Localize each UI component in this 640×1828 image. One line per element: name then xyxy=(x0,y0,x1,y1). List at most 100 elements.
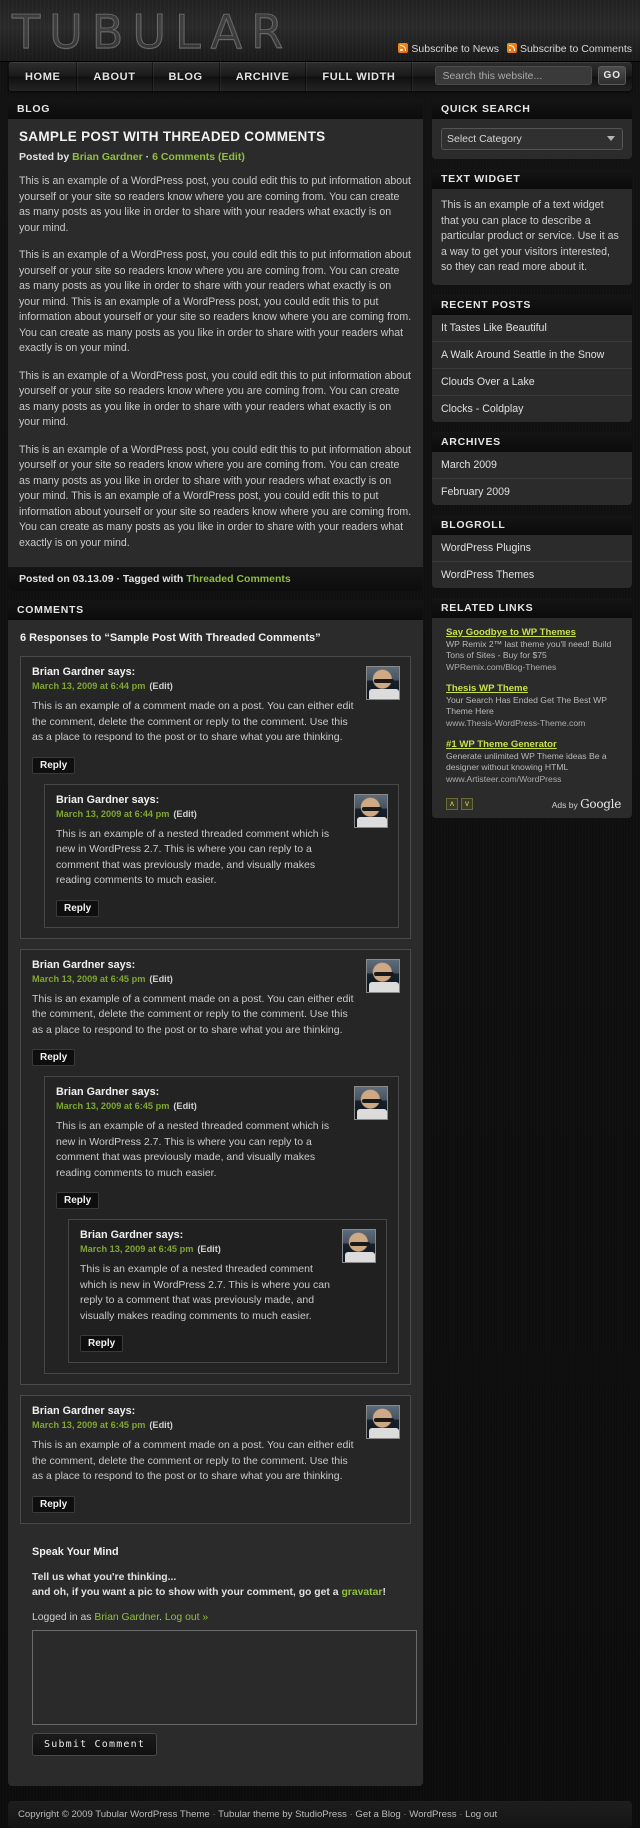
comment-author: Brian Gardner says: xyxy=(56,1086,387,1098)
post-title: SAMPLE POST WITH THREADED COMMENTS xyxy=(19,129,326,144)
footer-link-studiopress[interactable]: Tubular theme by StudioPress xyxy=(218,1809,347,1820)
says-suffix: says: xyxy=(107,958,136,971)
post-author-link[interactable]: Brian Gardner xyxy=(72,151,143,163)
list-item[interactable]: WordPress Plugins xyxy=(432,535,632,561)
reply-button[interactable]: Reply xyxy=(32,756,76,774)
page-wrap: BLOG SAMPLE POST WITH THREADED COMMENTS … xyxy=(0,91,640,1795)
comment-date-text[interactable]: March 13, 2009 at 6:45 pm xyxy=(56,1101,169,1111)
comment-author-name[interactable]: Brian Gardner xyxy=(32,959,105,971)
post-body: SAMPLE POST WITH THREADED COMMENTS Poste… xyxy=(8,119,423,567)
footer-link-get-a-blog[interactable]: Get a Blog xyxy=(355,1809,400,1820)
logout-link[interactable]: Log out » xyxy=(165,1612,208,1623)
reply-button[interactable]: Reply xyxy=(32,1495,76,1513)
comment-text: This is an example of a comment made on … xyxy=(32,992,354,1036)
search-go-button[interactable]: GO xyxy=(598,66,626,85)
comment-date-text[interactable]: March 13, 2009 at 6:44 pm xyxy=(32,681,145,691)
list-item[interactable]: WordPress Themes xyxy=(432,560,632,588)
nav-item-archive[interactable]: ARCHIVE xyxy=(220,62,307,91)
post-meta: Posted by Brian Gardner · 6 Comments (Ed… xyxy=(19,151,412,163)
logged-in-status: Logged in as Brian Gardner. Log out » xyxy=(32,1612,399,1623)
avatar xyxy=(342,1229,376,1263)
comment-edit-link[interactable]: (Edit) xyxy=(149,974,172,984)
comment-date-text[interactable]: March 13, 2009 at 6:45 pm xyxy=(32,974,145,984)
ad-item: Thesis WP Theme Your Search Has Ended Ge… xyxy=(446,683,623,728)
comment-date-text[interactable]: March 13, 2009 at 6:45 pm xyxy=(32,1420,145,1430)
list-item[interactable]: It Tastes Like Beautiful xyxy=(432,315,632,341)
ad-title-link[interactable]: Thesis WP Theme xyxy=(446,683,623,694)
search-input[interactable] xyxy=(435,66,593,85)
says-suffix: says: xyxy=(131,1086,160,1098)
comment-author-name[interactable]: Brian Gardner xyxy=(32,666,105,678)
ad-url: WPRemix.com/Blog-Themes xyxy=(446,661,557,672)
recent-posts-list: It Tastes Like Beautiful A Walk Around S… xyxy=(432,315,632,422)
ads-by-prefix: Ads by xyxy=(551,799,578,810)
list-item[interactable]: Clouds Over a Lake xyxy=(432,367,632,395)
site-footer: Copyright © 2009 Tubular WordPress Theme… xyxy=(8,1800,632,1828)
post-comments-link[interactable]: 6 Comments (Edit) xyxy=(152,151,245,163)
reply-button[interactable]: Reply xyxy=(32,1049,76,1066)
comment-edit-link[interactable]: (Edit) xyxy=(173,1101,196,1111)
post-tag-link[interactable]: Threaded Comments xyxy=(186,573,290,585)
comment-author-name[interactable]: Brian Gardner xyxy=(56,1086,129,1098)
comment-text: This is an example of a nested threaded … xyxy=(80,1263,330,1322)
comment-author-name[interactable]: Brian Gardner xyxy=(80,1229,153,1241)
nav-item-home[interactable]: HOME xyxy=(8,62,78,91)
footer-link-wordpress[interactable]: WordPress xyxy=(409,1809,456,1820)
arrow-down-icon[interactable]: v xyxy=(461,797,473,810)
post-footer: Posted on 03.13.09 · Tagged with Threade… xyxy=(8,567,423,591)
sidebar: QUICK SEARCH Select Category TEXT WIDGET… xyxy=(432,99,632,828)
comment-edit-link[interactable]: (Edit) xyxy=(173,809,196,819)
category-select[interactable]: Select Category xyxy=(441,128,623,150)
subscribe-comments-link[interactable]: Subscribe to Comments xyxy=(520,43,632,55)
reply-button[interactable]: Reply xyxy=(80,1335,124,1352)
blogroll-list: WordPress Plugins WordPress Themes xyxy=(432,535,632,588)
ad-title-link[interactable]: #1 WP Theme Generator xyxy=(446,739,623,750)
comment-date-text[interactable]: March 13, 2009 at 6:44 pm xyxy=(56,809,169,819)
gravatar-link[interactable]: gravatar xyxy=(341,1587,382,1598)
comment-date: March 13, 2009 at 6:45 pm (Edit) xyxy=(32,1420,399,1430)
reply-button[interactable]: Reply xyxy=(56,1192,100,1209)
comment-date: March 13, 2009 at 6:45 pm (Edit) xyxy=(80,1244,375,1254)
site-logo[interactable]: TUBULAR xyxy=(11,6,292,59)
comment-edit-link[interactable]: (Edit) xyxy=(197,1244,220,1254)
comment-textarea[interactable] xyxy=(32,1629,417,1725)
submit-comment-button[interactable]: Submit Comment xyxy=(32,1732,158,1756)
nav-item-about[interactable]: ABOUT xyxy=(77,62,153,91)
says-suffix: says: xyxy=(131,793,160,806)
post-meta-prefix: Posted by xyxy=(19,151,70,163)
comment-text: This is an example of a nested threaded … xyxy=(56,1120,330,1179)
nav-item-blog[interactable]: BLOG xyxy=(153,62,220,91)
blog-panel-title: BLOG xyxy=(8,99,423,119)
ad-title-link[interactable]: Say Goodbye to WP Themes xyxy=(446,627,623,638)
comment-text: This is an example of a nested threaded … xyxy=(56,827,330,887)
widget-archives: ARCHIVES March 2009 February 2009 xyxy=(432,431,632,505)
responses-heading: 6 Responses to “Sample Post With Threade… xyxy=(20,632,321,644)
rss-icon xyxy=(398,43,409,53)
comment-date-text[interactable]: March 13, 2009 at 6:45 pm xyxy=(80,1244,193,1254)
arrow-up-icon[interactable]: ʌ xyxy=(446,797,458,810)
comments-panel: COMMENTS 6 Responses to “Sample Post Wit… xyxy=(8,600,423,1786)
widget-title: ARCHIVES xyxy=(432,431,632,452)
subscribe-news-link[interactable]: Subscribe to News xyxy=(411,43,499,55)
list-item[interactable]: February 2009 xyxy=(432,477,632,505)
list-item[interactable]: A Walk Around Seattle in the Snow xyxy=(432,340,632,368)
avatar xyxy=(366,1405,400,1439)
logged-in-user-link[interactable]: Brian Gardner xyxy=(94,1612,159,1623)
comment-author-name[interactable]: Brian Gardner xyxy=(32,1405,105,1417)
widget-title: QUICK SEARCH xyxy=(432,99,632,119)
list-item[interactable]: Clocks - Coldplay xyxy=(432,394,632,422)
comment-edit-link[interactable]: (Edit) xyxy=(149,681,172,691)
ads-footer: ʌ v Ads by Google xyxy=(446,795,623,811)
widget-quick-search: QUICK SEARCH Select Category xyxy=(432,99,632,159)
category-select-wrap: Select Category xyxy=(441,128,623,150)
widget-text: TEXT WIDGET This is an example of a text… xyxy=(432,169,632,285)
reply-button[interactable]: Reply xyxy=(56,899,100,917)
comment-date: March 13, 2009 at 6:44 pm (Edit) xyxy=(32,681,399,691)
comment-author-name[interactable]: Brian Gardner xyxy=(56,794,129,806)
comment-edit-link[interactable]: (Edit) xyxy=(149,1420,172,1430)
list-item[interactable]: March 2009 xyxy=(432,452,632,478)
footer-link-logout[interactable]: Log out xyxy=(465,1809,497,1820)
nav-item-full-width[interactable]: FULL WIDTH xyxy=(306,62,413,91)
says-suffix: says: xyxy=(107,1405,136,1417)
logged-in-prefix: Logged in as xyxy=(32,1611,92,1623)
